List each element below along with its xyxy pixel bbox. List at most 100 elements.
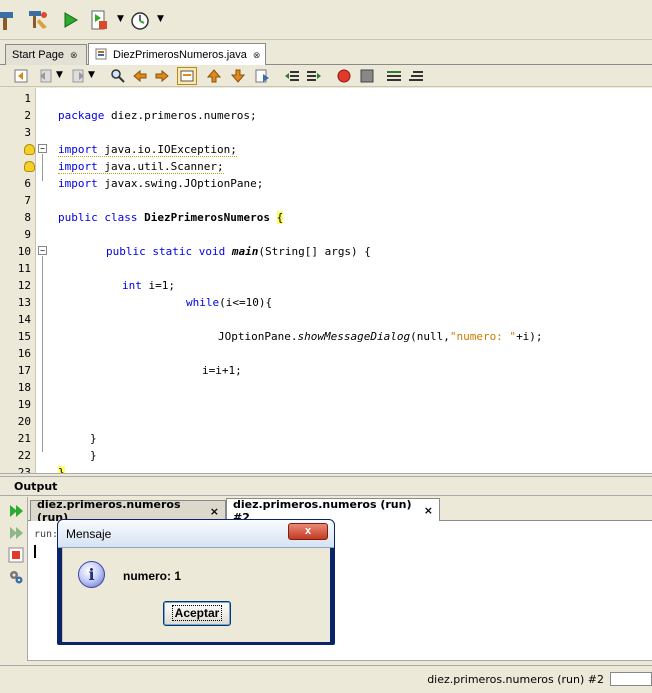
forward-dropdown-chevron-down-icon[interactable]: ▼ — [88, 70, 95, 80]
dialog-message: numero: 1 — [123, 569, 182, 583]
keyword: int — [122, 279, 142, 292]
code-line-23: } — [58, 466, 65, 473]
keyword: while — [186, 296, 220, 309]
last-edit-icon[interactable] — [14, 68, 30, 84]
tab-output-run[interactable]: diez.primeros.numeros (run) × — [30, 498, 226, 524]
find-icon[interactable] — [110, 68, 126, 84]
code-text: (i<=10){ — [219, 296, 273, 309]
find-previous-icon[interactable] — [132, 68, 148, 84]
code-line-8: public class DiezPrimerosNumeros { — [58, 211, 284, 224]
line-number: 20 — [17, 415, 31, 428]
line-number: 1 — [24, 92, 31, 105]
output-tab-bar: diez.primeros.numeros (run) × diez.prime… — [28, 497, 652, 524]
code-line-10: public static void main(String[] args) { — [106, 245, 371, 258]
code-text: java.util.Scanner; — [97, 160, 224, 173]
line-number: 13 — [17, 296, 31, 309]
toggle-highlight-icon[interactable] — [177, 67, 197, 85]
close-icon[interactable]: x — [288, 523, 328, 540]
line-number: 22 — [17, 449, 31, 462]
code-line-17: i=i+1; — [202, 364, 242, 377]
rerun-with-parameters-icon[interactable] — [8, 525, 24, 541]
close-icon[interactable]: ⊗ — [70, 50, 78, 61]
keyword: package — [58, 109, 105, 122]
close-icon[interactable]: ⊗ — [253, 50, 261, 61]
back-dropdown-chevron-down-icon[interactable]: ▼ — [56, 70, 63, 80]
code-line-22: } — [90, 449, 97, 462]
fold-collapse-icon[interactable]: − — [38, 246, 47, 255]
comment-icon[interactable] — [386, 68, 402, 84]
fold-collapse-icon[interactable]: − — [38, 144, 47, 153]
shift-right-icon[interactable] — [306, 68, 322, 84]
output-title: Output — [14, 480, 58, 493]
code-text: java.io.IOException; — [97, 143, 237, 156]
code-text: i=1; — [141, 279, 175, 292]
code-text: (null, — [410, 330, 450, 343]
accept-button-label: Aceptar — [171, 605, 223, 621]
code-text: } — [90, 449, 97, 462]
stop-macro-recording-icon[interactable] — [359, 68, 375, 84]
line-number: 10 — [17, 245, 31, 258]
shift-left-icon[interactable] — [284, 68, 300, 84]
line-number: 12 — [17, 279, 31, 292]
code-text: JOptionPane. — [218, 330, 298, 343]
line-number: 15 — [17, 330, 31, 343]
debug-icon[interactable] — [88, 8, 112, 32]
code-text: (String[] args) { — [258, 245, 371, 258]
editor-toolbar: ▼ ▼ — [0, 65, 652, 87]
close-icon[interactable]: × — [210, 505, 219, 518]
line-number: 9 — [24, 228, 31, 241]
code-line-12: int i=1; — [122, 279, 175, 292]
back-icon[interactable] — [38, 68, 54, 84]
code-text: i=i+1; — [202, 364, 242, 377]
console-caret — [34, 545, 36, 558]
run-icon[interactable] — [58, 8, 82, 32]
line-number: 2 — [24, 109, 31, 122]
build-hammer-icon[interactable] — [0, 8, 18, 32]
find-next-icon[interactable] — [154, 68, 170, 84]
start-macro-recording-icon[interactable] — [336, 68, 352, 84]
code-text: diez.primeros.numeros; — [104, 109, 257, 122]
profile-icon[interactable] — [128, 8, 152, 32]
forward-icon[interactable] — [70, 68, 86, 84]
output-window-header[interactable]: Output — [0, 476, 652, 496]
accept-button[interactable]: Aceptar — [163, 601, 231, 626]
stop-icon[interactable] — [8, 547, 24, 563]
line-number: 8 — [24, 211, 31, 224]
tab-diez-primeros-numeros[interactable]: DiezPrimerosNumeros.java ⊗ — [88, 43, 266, 66]
next-bookmark-icon[interactable] — [230, 68, 246, 84]
keyword: public class — [58, 211, 138, 224]
hint-lightbulb-icon[interactable] — [24, 161, 35, 172]
dialog-body: i numero: 1 Aceptar — [62, 548, 330, 642]
line-number: 21 — [17, 432, 31, 445]
method-name: main — [231, 245, 259, 258]
status-bar: diez.primeros.numeros (run) #2 — [0, 665, 652, 693]
hint-lightbulb-icon[interactable] — [24, 144, 35, 155]
toggle-bookmark-icon[interactable] — [254, 68, 270, 84]
previous-bookmark-icon[interactable] — [206, 68, 222, 84]
code-line-15: JOptionPane.showMessageDialog(null,"nume… — [218, 330, 543, 343]
tab-start-page[interactable]: Start Page ⊗ — [5, 44, 87, 65]
keyword: import — [58, 177, 98, 190]
rerun-icon[interactable] — [8, 503, 24, 519]
code-editor[interactable]: 1 2 3 4 5 6 7 8 9 10 11 12 13 14 15 16 1… — [0, 88, 652, 474]
profile-dropdown-chevron-down-icon[interactable]: ▼ — [157, 14, 164, 24]
matched-brace: { — [276, 211, 284, 224]
debug-dropdown-chevron-down-icon[interactable]: ▼ — [117, 14, 124, 24]
string-literal: "numero: " — [449, 330, 517, 343]
java-file-icon — [95, 48, 107, 63]
line-number: 7 — [24, 194, 31, 207]
method-name: showMessageDialog — [297, 330, 411, 343]
line-number: 23 — [17, 466, 31, 474]
code-line-13: while(i<=10){ — [186, 296, 272, 309]
code-line-6: import javax.swing.JOptionPane; — [58, 177, 263, 190]
uncomment-icon[interactable] — [408, 68, 424, 84]
tab-label: DiezPrimerosNumeros.java — [113, 49, 247, 61]
tab-label: Start Page — [12, 49, 64, 61]
close-icon[interactable]: × — [424, 504, 433, 517]
clean-build-icon[interactable] — [26, 8, 50, 32]
editor-tab-bar: Start Page ⊗ DiezPrimerosNumeros.java ⊗ — [0, 41, 652, 66]
code-line-5: import java.util.Scanner; — [58, 160, 224, 174]
dialog-title-bar[interactable]: Mensaje x — [58, 520, 334, 548]
settings-gear-icon[interactable] — [8, 569, 24, 585]
message-dialog: Mensaje x i numero: 1 Aceptar — [57, 519, 335, 645]
